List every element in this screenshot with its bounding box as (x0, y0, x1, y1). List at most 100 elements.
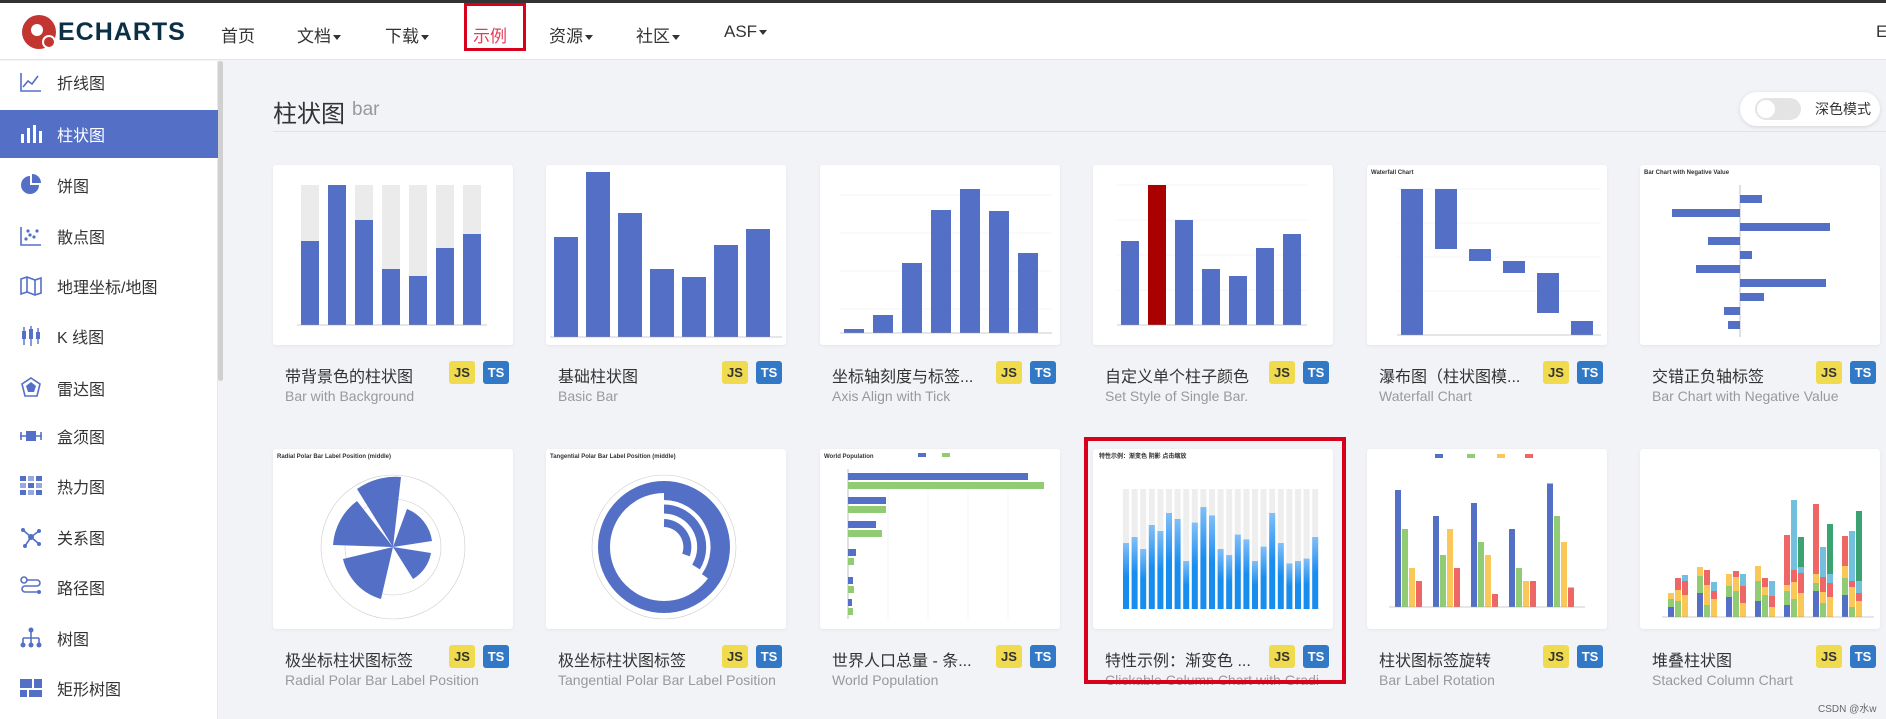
nav-home[interactable]: 首页 (221, 22, 255, 47)
card-thumbnail[interactable] (820, 165, 1060, 345)
ts-badge[interactable]: TS (1303, 361, 1329, 384)
card-title[interactable]: 堆叠柱状图 (1652, 647, 1812, 671)
thumbnail-title: World Population (824, 454, 874, 460)
js-badge[interactable]: JS (1543, 645, 1569, 668)
echarts-logo[interactable]: ECHARTS (22, 14, 186, 50)
card-thumbnail[interactable]: Radial Polar Bar Label Position (middle) (273, 449, 513, 629)
nav-docs[interactable]: 文档 (297, 22, 341, 47)
example-card-label-rotation[interactable]: 柱状图标签旋转 JS TS Bar Label Rotation (1367, 449, 1607, 704)
card-title[interactable]: 极坐标柱状图标签 (285, 647, 445, 671)
stacked-bar (1697, 576, 1703, 593)
ts-badge[interactable]: TS (483, 645, 509, 668)
sidebar-item-graph[interactable]: 关系图 (0, 513, 218, 561)
stacked-bar (1762, 595, 1768, 617)
card-thumbnail[interactable] (546, 165, 786, 345)
page-title: 柱状图 (273, 101, 345, 128)
card-title[interactable]: 自定义单个柱子颜色 (1105, 363, 1265, 387)
sidebar-item-heatmap[interactable]: 热力图 (0, 462, 218, 510)
card-thumbnail[interactable]: Bar Chart with Negative Value (1640, 165, 1880, 345)
stacked-bar (1755, 581, 1761, 601)
dark-mode-toggle[interactable]: 深色模式 (1740, 92, 1880, 126)
thumbnail-chart (1662, 500, 1874, 618)
ts-badge[interactable]: TS (756, 361, 782, 384)
nav-download[interactable]: 下载 (385, 22, 429, 47)
card-thumbnail[interactable] (1367, 449, 1607, 629)
sidebar-item-candlestick[interactable]: K 线图 (0, 312, 218, 360)
card-title[interactable]: 柱状图标签旋转 (1379, 647, 1539, 671)
thumbnail-chart: Bar Chart with Negative Value (1644, 170, 1830, 337)
js-badge[interactable]: JS (996, 361, 1022, 384)
sidebar-item-pie[interactable]: 饼图 (0, 161, 218, 209)
card-thumbnail[interactable]: Waterfall Chart (1367, 165, 1607, 345)
sidebar-item-map[interactable]: 地理坐标/地图 (0, 262, 218, 310)
sidebar-item-treemap[interactable]: 矩形树图 (0, 664, 218, 712)
ts-badge[interactable]: TS (756, 645, 782, 668)
ts-badge[interactable]: TS (1850, 645, 1876, 668)
example-card-tangential-polar[interactable]: Tangential Polar Bar Label Position (mid… (546, 449, 786, 704)
card-thumbnail[interactable] (273, 165, 513, 345)
example-card-basic-bar[interactable]: 基础柱状图 JS TS Basic Bar (546, 165, 786, 420)
tree-icon (20, 627, 42, 648)
card-thumbnail[interactable]: Tangential Polar Bar Label Position (mid… (546, 449, 786, 629)
stacked-bar (1784, 585, 1790, 591)
card-title[interactable]: 基础柱状图 (558, 363, 718, 387)
js-badge[interactable]: JS (1816, 361, 1842, 384)
example-card-bar-background[interactable]: 带背景色的柱状图 JS TS Bar with Background (273, 165, 513, 420)
stacked-bar (1704, 585, 1710, 605)
ts-badge[interactable]: TS (1850, 361, 1876, 384)
rotation-bar (1447, 529, 1453, 607)
ts-badge[interactable]: TS (1030, 361, 1056, 384)
js-badge[interactable]: JS (449, 645, 475, 668)
map-icon (20, 276, 42, 296)
sidebar-item-tree[interactable]: 树图 (0, 614, 218, 662)
js-badge[interactable]: JS (1543, 361, 1569, 384)
example-card-radial-polar[interactable]: Radial Polar Bar Label Position (middle)… (273, 449, 513, 704)
ts-badge[interactable]: TS (483, 361, 509, 384)
sidebar-item-label: 雷达图 (57, 382, 106, 399)
example-card-axis-tick[interactable]: 坐标轴刻度与标签... JS TS Axis Align with Tick (820, 165, 1060, 420)
sidebar-item-boxplot[interactable]: 盒须图 (0, 412, 218, 460)
rotation-bar (1395, 490, 1401, 607)
sidebar-item-scatter[interactable]: 散点图 (0, 212, 218, 260)
nav-resources[interactable]: 资源 (549, 22, 593, 47)
stacked-bar (1668, 599, 1674, 607)
sidebar-item-radar[interactable]: 雷达图 (0, 364, 218, 412)
js-badge[interactable]: JS (449, 361, 475, 384)
card-title[interactable]: 极坐标柱状图标签 (558, 647, 718, 671)
sidebar-item-label: 路径图 (57, 581, 106, 598)
ts-badge[interactable]: TS (1030, 645, 1056, 668)
nav-asf[interactable]: ASF (724, 22, 768, 42)
card-title[interactable]: 瀑布图（柱状图模... (1379, 363, 1539, 387)
sidebar-item-lines[interactable]: 路径图 (0, 563, 218, 611)
example-card-single-bar-style[interactable]: 自定义单个柱子颜色 JS TS Set Style of Single Bar. (1093, 165, 1333, 420)
stacked-bar (1711, 599, 1717, 617)
sidebar-scrollbar[interactable] (218, 61, 223, 381)
example-card-stacked-column[interactable]: 堆叠柱状图 JS TS Stacked Column Chart (1640, 449, 1880, 704)
stacked-bar (1762, 587, 1768, 595)
js-badge[interactable]: JS (996, 645, 1022, 668)
card-title[interactable]: 世界人口总量 - 条... (832, 647, 992, 671)
js-badge[interactable]: JS (722, 361, 748, 384)
toggle-switch[interactable] (1755, 98, 1801, 120)
nav-community[interactable]: 社区 (636, 22, 680, 47)
stacked-bar (1813, 591, 1819, 617)
js-badge[interactable]: JS (722, 645, 748, 668)
js-badge[interactable]: JS (1816, 645, 1842, 668)
card-title[interactable]: 坐标轴刻度与标签... (832, 363, 992, 387)
card-title[interactable]: 带背景色的柱状图 (285, 363, 445, 387)
sidebar-item-bar[interactable]: 柱状图 (0, 110, 218, 158)
ts-badge[interactable]: TS (1577, 645, 1603, 668)
example-card-waterfall[interactable]: Waterfall Chart 瀑布图（柱状图模... JS TS Waterf… (1367, 165, 1607, 420)
ts-badge[interactable]: TS (1577, 361, 1603, 384)
example-card-world-population[interactable]: World Population 世界人口总量 - 条... JS TS Wor… (820, 449, 1060, 704)
card-thumbnail[interactable]: World Population (820, 449, 1060, 629)
nav-right-item[interactable]: E (1876, 22, 1886, 42)
example-card-negative-value[interactable]: Bar Chart with Negative Value 交错正负轴标签 JS… (1640, 165, 1880, 420)
sidebar-item-line[interactable]: 折线图 (0, 58, 218, 106)
card-thumbnail[interactable] (1640, 449, 1880, 629)
card-title[interactable]: 交错正负轴标签 (1652, 363, 1812, 387)
js-badge[interactable]: JS (1269, 361, 1295, 384)
stacked-bar (1704, 605, 1710, 617)
card-thumbnail[interactable] (1093, 165, 1333, 345)
card-subtitle: Stacked Column Chart (1652, 672, 1793, 688)
